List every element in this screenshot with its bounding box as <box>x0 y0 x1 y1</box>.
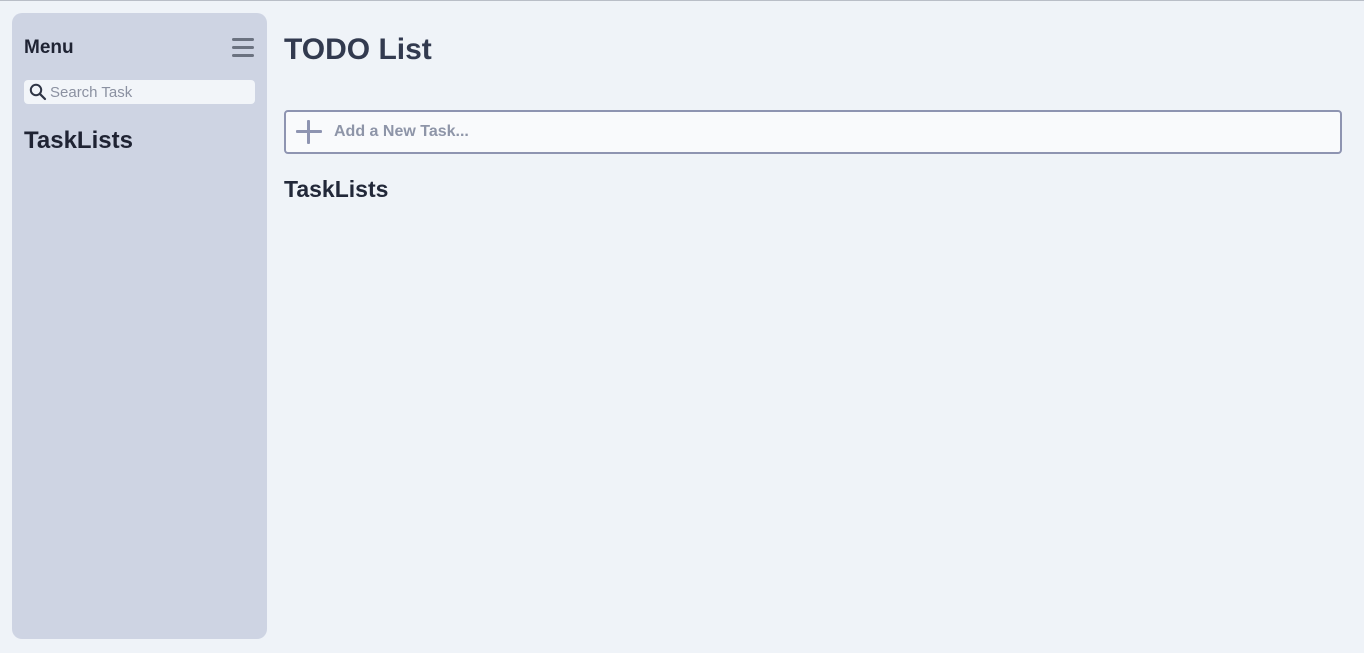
plus-icon[interactable] <box>294 117 324 147</box>
add-task-bar[interactable] <box>284 110 1342 154</box>
search-box[interactable] <box>24 80 255 104</box>
hamburger-menu-icon[interactable] <box>232 37 254 59</box>
sidebar-title: Menu <box>24 37 74 58</box>
search-icon <box>27 81 49 103</box>
page-title: TODO List <box>284 33 432 66</box>
sidebar-tasklists-heading: TaskLists <box>24 127 133 154</box>
tasklists-heading: TaskLists <box>284 176 389 202</box>
sidebar: Menu TaskLists <box>12 13 267 639</box>
add-task-input[interactable] <box>334 123 1314 141</box>
search-input[interactable] <box>49 83 250 101</box>
